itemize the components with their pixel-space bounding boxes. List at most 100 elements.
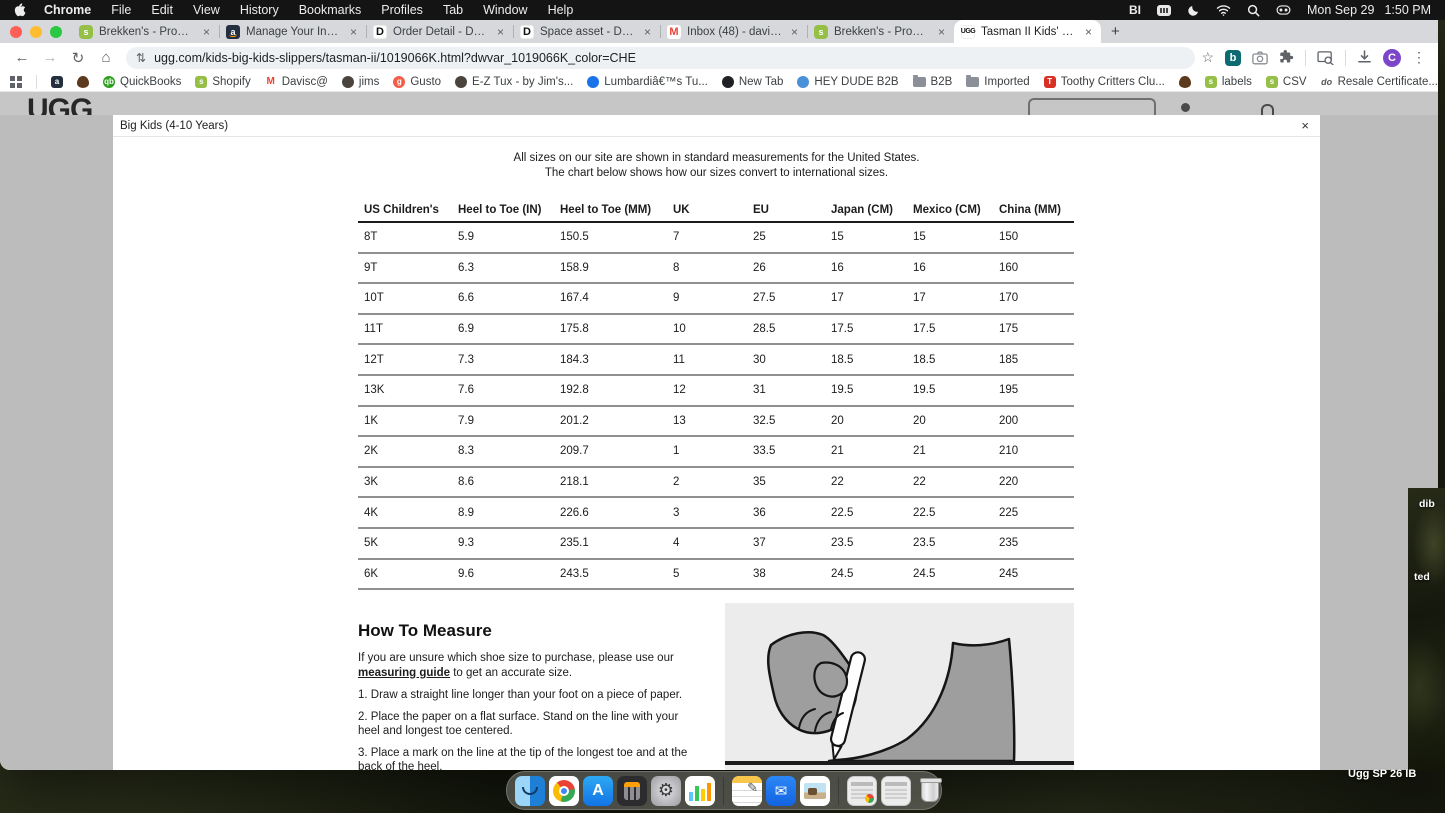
menu-item-window[interactable]: Window: [483, 3, 527, 17]
bookmark-item-resale-certificate[interactable]: doResale Certificate...: [1321, 76, 1438, 88]
tab-label: Brekken's - Products - UGG®: [834, 26, 930, 38]
browser-tab-1[interactable]: aManage Your Inventory×: [219, 20, 366, 43]
close-window-button[interactable]: [10, 26, 22, 38]
menu-bar-clock[interactable]: Mon Sep 29 1:50 PM: [1307, 3, 1431, 17]
measure-steps: 1. Draw a straight line longer than your…: [358, 681, 698, 770]
browser-tabs: sBrekken's - Products - UGG®×aManage You…: [72, 20, 1101, 43]
dock-separator: [838, 777, 839, 805]
reload-icon[interactable]: ↻: [66, 46, 90, 70]
close-icon[interactable]: ×: [1290, 118, 1320, 133]
dock-window-icon[interactable]: [847, 776, 877, 806]
wifi-icon[interactable]: [1216, 4, 1231, 16]
menu-item-view[interactable]: View: [193, 3, 220, 17]
account-icon[interactable]: [1181, 103, 1190, 112]
menu-item-help[interactable]: Help: [548, 3, 574, 17]
download-icon[interactable]: [1357, 50, 1372, 65]
browser-tab-6[interactable]: UGGTasman II Kids' Shoe | UGG×: [954, 20, 1101, 43]
bookmark-item-toothy-critters-clu[interactable]: TToothy Critters Clu...: [1044, 76, 1165, 88]
zoom-window-button[interactable]: [50, 26, 62, 38]
tab-close-icon[interactable]: ×: [1083, 25, 1094, 39]
screenshot-extension-icon[interactable]: [1252, 51, 1268, 65]
size-table-row: 12T7.3184.3113018.518.5185: [358, 345, 1074, 376]
bookmark-item-davisc[interactable]: MDavisc@: [265, 76, 328, 88]
measuring-guide-link[interactable]: measuring guide: [358, 667, 450, 679]
spotlight-search-icon[interactable]: [1247, 4, 1260, 17]
menu-item-file[interactable]: File: [111, 3, 131, 17]
do-not-disturb-moon-icon[interactable]: [1187, 4, 1200, 17]
size-table-cell: 8.6: [452, 476, 554, 488]
url-text[interactable]: ugg.com/kids-big-kids-slippers/tasman-ii…: [154, 51, 636, 65]
browser-tab-2[interactable]: DOrder Detail - Deckers B2B O×: [366, 20, 513, 43]
dock-notes-icon[interactable]: ✎: [732, 776, 762, 806]
bookmark-item-hey-dude-b2b[interactable]: HEY DUDE B2B: [797, 76, 898, 88]
menu-item-edit[interactable]: Edit: [151, 3, 173, 17]
dock-trash-icon[interactable]: [915, 776, 945, 806]
minimize-window-button[interactable]: [30, 26, 42, 38]
menu-item-tab[interactable]: Tab: [443, 3, 463, 17]
input-source-icon[interactable]: BI: [1129, 3, 1141, 17]
menu-item-profiles[interactable]: Profiles: [381, 3, 423, 17]
tab-close-icon[interactable]: ×: [201, 25, 212, 39]
size-table-row: 5K9.3235.143723.523.5235: [358, 529, 1074, 560]
home-icon[interactable]: ⌂: [94, 46, 118, 70]
size-table-cell: 37: [747, 537, 825, 549]
site-search-box[interactable]: [1028, 98, 1156, 115]
dock-calculator-icon[interactable]: [617, 776, 647, 806]
bookmark-item-ups[interactable]: [1179, 76, 1191, 88]
control-center-icon[interactable]: [1276, 5, 1291, 15]
cart-bag-icon[interactable]: [1261, 104, 1274, 115]
dock-chrome-icon[interactable]: [549, 776, 579, 806]
size-table-cell: 7.9: [452, 415, 554, 427]
tab-close-icon[interactable]: ×: [789, 25, 800, 39]
bookmark-item-shopify[interactable]: sShopify: [195, 76, 250, 88]
extension-b-icon[interactable]: b: [1225, 50, 1241, 66]
chrome-menu-icon[interactable]: ⋮: [1412, 49, 1426, 66]
apps-grid-icon[interactable]: [10, 76, 22, 88]
dock-system-settings-icon[interactable]: ⚙: [651, 776, 681, 806]
menu-item-bookmarks[interactable]: Bookmarks: [299, 3, 362, 17]
menu-item-history[interactable]: History: [240, 3, 279, 17]
bookmark-item-jims[interactable]: jims: [342, 76, 379, 88]
bookmark-item-lumbardi-s-tu[interactable]: Lumbardiâ€™s Tu...: [587, 76, 708, 88]
tab-close-icon[interactable]: ×: [642, 25, 653, 39]
extensions-puzzle-icon[interactable]: [1279, 50, 1294, 65]
dock-window-icon[interactable]: [881, 776, 911, 806]
menu-item-chrome[interactable]: Chrome: [44, 3, 91, 17]
tab-close-icon[interactable]: ×: [495, 25, 506, 39]
bookmark-item-ups[interactable]: [77, 76, 89, 88]
dock-numbers-icon[interactable]: [685, 776, 715, 806]
bookmark-item-quickbooks[interactable]: qbQuickBooks: [103, 76, 181, 88]
forward-icon[interactable]: →: [38, 46, 62, 70]
tab-close-icon[interactable]: ×: [348, 25, 359, 39]
inspect-device-icon[interactable]: [1317, 51, 1334, 65]
browser-tab-5[interactable]: sBrekken's - Products - UGG®×: [807, 20, 954, 43]
browser-tab-3[interactable]: DSpace asset - Deckers Asset×: [513, 20, 660, 43]
bookmark-item-new-tab[interactable]: New Tab: [722, 76, 784, 88]
bookmark-item-amazon[interactable]: a: [51, 76, 63, 88]
profile-avatar[interactable]: C: [1383, 49, 1401, 67]
address-bar[interactable]: ⇅ ugg.com/kids-big-kids-slippers/tasman-…: [126, 47, 1195, 69]
site-info-icon[interactable]: ⇅: [136, 51, 146, 65]
dock-mail-icon[interactable]: ✉: [766, 776, 796, 806]
bookmark-item-csv[interactable]: sCSV: [1266, 76, 1307, 88]
ugg-logo[interactable]: UGG: [27, 93, 92, 115]
browser-tab-4[interactable]: MInbox (48) - davisc@brekken×: [660, 20, 807, 43]
bookmark-item-e-z-tux-by-jim-s[interactable]: E-Z Tux - by Jim's...: [455, 76, 573, 88]
new-tab-button[interactable]: +: [1101, 23, 1130, 40]
bookmark-star-icon[interactable]: ☆: [1201, 49, 1214, 66]
dock-app-store-icon[interactable]: A: [583, 776, 613, 806]
dock-finder-icon[interactable]: [515, 776, 545, 806]
heydude-icon: [797, 76, 809, 88]
bookmark-item-b2b[interactable]: B2B: [913, 76, 953, 88]
dock-preview-icon[interactable]: [800, 776, 830, 806]
desktop-wallpaper-strip: dib ted: [1408, 488, 1445, 770]
bookmark-item-gusto[interactable]: gGusto: [393, 76, 441, 88]
apple-menu-icon[interactable]: [14, 3, 26, 17]
widget-icon[interactable]: [1157, 5, 1171, 16]
size-table-cell: 8T: [358, 231, 452, 243]
bookmark-item-labels[interactable]: slabels: [1205, 76, 1252, 88]
browser-tab-0[interactable]: sBrekken's - Products - UGG®×: [72, 20, 219, 43]
bookmark-item-imported[interactable]: Imported: [966, 76, 1029, 88]
tab-close-icon[interactable]: ×: [936, 25, 947, 39]
back-icon[interactable]: ←: [10, 46, 34, 70]
